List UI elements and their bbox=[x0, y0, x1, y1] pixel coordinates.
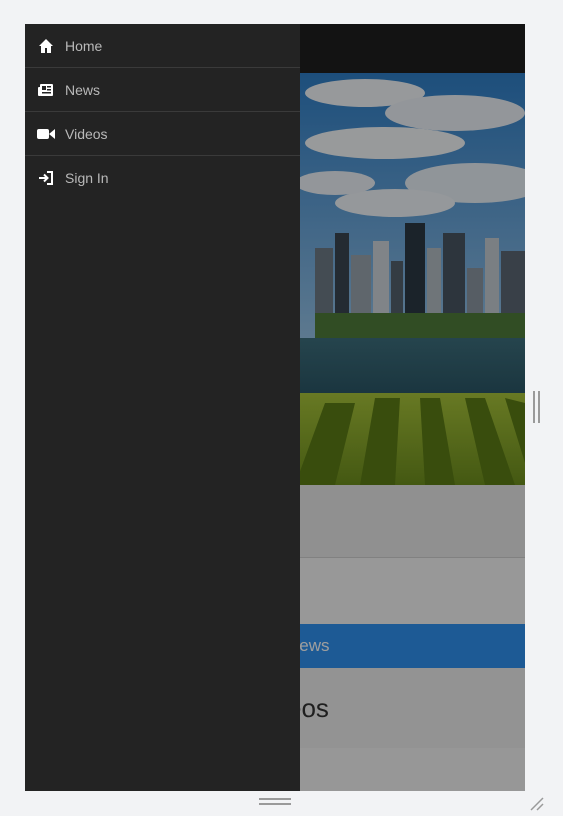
resize-grip-icon[interactable] bbox=[528, 795, 544, 811]
drawer-item-label: Home bbox=[65, 37, 103, 54]
video-icon bbox=[37, 125, 55, 143]
drawer-item-label: Videos bbox=[65, 125, 108, 142]
home-icon bbox=[37, 37, 55, 55]
resize-handle-bottom[interactable] bbox=[259, 798, 291, 806]
drawer-item-news[interactable]: News bbox=[25, 68, 300, 112]
newspaper-icon bbox=[37, 81, 55, 99]
drawer-item-label: Sign In bbox=[65, 170, 109, 186]
resize-handle-right[interactable] bbox=[533, 391, 540, 423]
drawer-item-home[interactable]: Home bbox=[25, 24, 300, 68]
side-drawer: Home News Videos Sign In bbox=[25, 24, 300, 791]
drawer-item-videos[interactable]: Videos bbox=[25, 112, 300, 156]
sign-in-icon bbox=[37, 169, 55, 187]
drawer-item-sign-in[interactable]: Sign In bbox=[25, 156, 300, 200]
preview-frame: News eos Home News Videos Sign In bbox=[25, 24, 525, 791]
drawer-item-label: News bbox=[65, 81, 101, 98]
